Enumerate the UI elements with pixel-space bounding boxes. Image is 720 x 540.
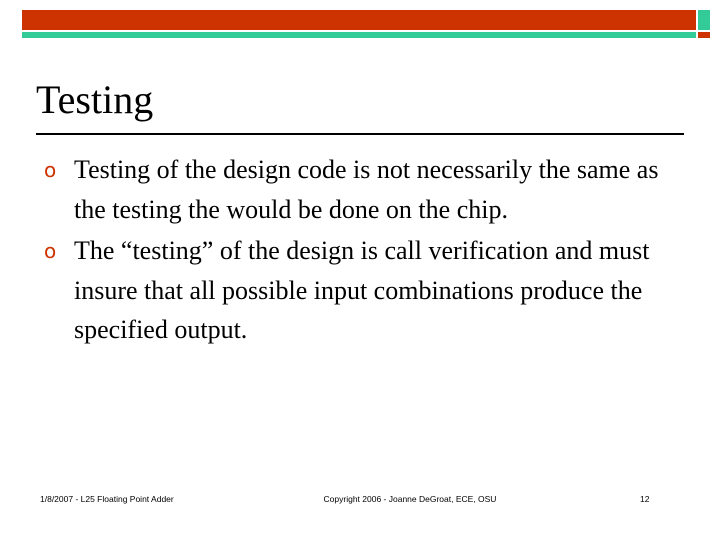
footer-page-number: 12 [640,494,650,504]
footer-copyright: Copyright 2006 - Joanne DeGroat, ECE, OS… [323,494,497,504]
slide-footer: 1/8/2007 - L25 Floating Point Adder Copy… [0,494,720,526]
page-title: Testing [36,77,154,122]
slide: Testing o Testing of the design code is … [0,0,720,540]
banner-red-bar [22,10,696,30]
banner-green-bar [22,32,696,38]
footer-date-lecture: 1/8/2007 - L25 Floating Point Adder [40,494,174,504]
decorative-top-banner [22,10,710,40]
list-item: o The “testing” of the design is call ve… [36,231,684,350]
bullet-text: The “testing” of the design is call veri… [74,236,650,344]
banner-teal-square [698,10,710,30]
slide-body: o Testing of the design code is not nece… [36,150,684,352]
bullet-text: Testing of the design code is not necess… [74,155,659,224]
bullet-marker-icon: o [44,239,57,263]
bullet-marker-icon: o [44,158,57,182]
list-item: o Testing of the design code is not nece… [36,150,684,229]
title-divider [36,133,684,135]
banner-red-tick [698,32,710,38]
